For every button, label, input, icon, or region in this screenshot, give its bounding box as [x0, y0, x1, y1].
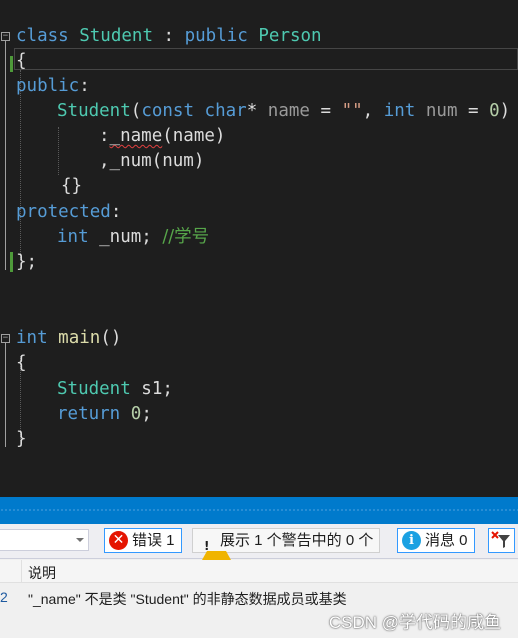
punct: * [246, 101, 258, 121]
current-line-highlight [14, 48, 518, 70]
brace: }; [16, 252, 38, 272]
warnings-filter-button[interactable]: ! 展示 1 个警告中的 0 个 [192, 528, 381, 569]
filter-button[interactable] [488, 528, 515, 553]
param-name: name [267, 101, 310, 121]
punct: : [153, 26, 185, 46]
change-marker [10, 252, 13, 272]
column-header-row: 说明 [0, 560, 518, 583]
panel-splitter[interactable] [0, 497, 518, 524]
keyword: class [16, 26, 69, 46]
indent-guide [58, 127, 59, 175]
brace: { [16, 353, 27, 373]
code-line-10[interactable]: }; [16, 250, 37, 275]
code-editor[interactable]: − − class Student : public Person { publ… [0, 0, 518, 497]
keyword: int [383, 101, 416, 121]
code-line-3[interactable]: public: [16, 74, 90, 99]
punct: : [99, 126, 110, 146]
error-description: "_name" 不是类 "Student" 的非静态数据成员或基类 [28, 591, 347, 607]
empty-body: {} [61, 176, 83, 196]
keyword: int [57, 227, 89, 247]
param-name: num [425, 101, 458, 121]
code-line-6[interactable]: ,_num(num) [99, 149, 204, 174]
function-name: main [58, 328, 101, 348]
errors-filter-button[interactable]: ✕ 错误 1 [104, 528, 182, 553]
number-literal: 0 [489, 101, 500, 121]
class-name: Student [79, 26, 153, 46]
collapse-class-icon[interactable]: − [1, 32, 10, 41]
constructor-name: Student [57, 101, 131, 121]
punct: () [100, 328, 122, 348]
code-line-9[interactable]: int _num; //学号 [57, 225, 209, 250]
initializer: ,_num(num) [99, 151, 205, 171]
collapse-main-icon[interactable]: − [1, 334, 10, 343]
brace: { [16, 51, 27, 71]
access-specifier: protected [16, 202, 111, 222]
code-line-14[interactable]: return 0; [57, 402, 152, 427]
base-class-name: Person [258, 26, 322, 46]
error-squiggle-member[interactable]: _name [110, 126, 163, 146]
brace: } [16, 429, 27, 449]
change-marker [10, 56, 13, 72]
punct: ( [130, 101, 142, 121]
code-line-4[interactable]: Student(const char* name = "", int num =… [57, 99, 510, 124]
error-row[interactable]: 2 "_name" 不是类 "Student" 的非静态数据成员或基类 [0, 584, 518, 610]
splitter-grip [0, 508, 518, 513]
code-line-1[interactable]: class Student : public Person [16, 24, 322, 49]
init-arg: (name) [162, 126, 226, 146]
filter-clear-icon [491, 531, 510, 548]
member-decl: _num; [88, 227, 163, 247]
string-literal: "" [341, 101, 363, 121]
comment: //学号 [162, 227, 210, 247]
code-line-15[interactable]: } [16, 427, 27, 452]
punct: ) [499, 101, 511, 121]
punct: = [309, 101, 342, 121]
column-separator[interactable] [21, 560, 22, 582]
error-list-toolbar: ✕ 错误 1 ! 展示 1 个警告中的 0 个 i 消息 0 [0, 524, 518, 569]
chevron-down-icon [76, 538, 84, 542]
type-name: Student [57, 379, 131, 399]
punct: , [362, 101, 384, 121]
errors-label: 错误 1 [132, 532, 175, 549]
code-line-11[interactable]: int main() [16, 326, 121, 351]
keyword: return [57, 404, 121, 424]
description-column-header[interactable]: 说明 [28, 563, 56, 583]
fold-line [5, 41, 6, 270]
error-code: 2 [0, 589, 8, 605]
keyword: int [16, 328, 48, 348]
warnings-label: 展示 1 个警告中的 0 个 [220, 532, 374, 549]
punct: : [79, 76, 90, 96]
scope-dropdown[interactable] [0, 529, 89, 551]
code-line-12[interactable]: { [16, 351, 27, 376]
info-icon: i [402, 531, 421, 550]
watermark: CSDN @学代码的咸鱼 [328, 613, 501, 632]
keyword: public [184, 26, 248, 46]
code-line-2[interactable]: { [16, 49, 27, 74]
access-specifier: public [16, 76, 80, 96]
code-line-8[interactable]: protected: [16, 200, 121, 225]
code-line-5[interactable]: :_name(name) [99, 124, 225, 149]
punct: = [457, 101, 490, 121]
var-decl: s1; [130, 379, 173, 399]
punct: : [110, 202, 122, 222]
messages-label: 消息 0 [425, 532, 468, 549]
code-line-13[interactable]: Student s1; [57, 377, 173, 402]
fold-line [5, 343, 6, 447]
messages-filter-button[interactable]: i 消息 0 [397, 528, 475, 553]
keyword: const [141, 101, 194, 121]
code-line-7[interactable]: {} [61, 174, 82, 199]
number-literal: 0 [130, 404, 142, 424]
error-icon: ✕ [109, 531, 128, 550]
keyword: char [204, 101, 247, 121]
punct: ; [141, 404, 152, 424]
